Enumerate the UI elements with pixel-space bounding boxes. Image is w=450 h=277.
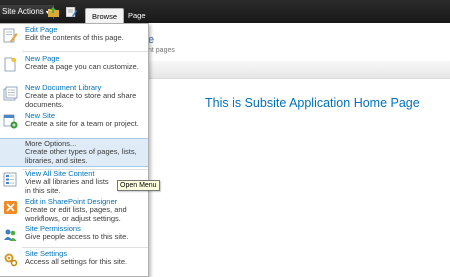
site-description-fragment: nt pages <box>148 47 175 54</box>
menu-item-description: Create or edit lists, pages, and workflo… <box>25 205 127 223</box>
site-actions-menu: Edit Page Edit the contents of this page… <box>0 23 149 277</box>
menu-item-site-permissions[interactable]: Site Permissions Give people access to t… <box>0 224 148 245</box>
menu-item-description: Edit the contents of this page. <box>25 33 124 42</box>
menu-item-description: Give people access to this site. <box>25 232 129 241</box>
site-actions-label: Site Actions <box>2 7 44 16</box>
tab-browse[interactable]: Browse <box>85 8 125 24</box>
menu-item-new-site[interactable]: New Site Create a site for a team or pro… <box>0 111 148 138</box>
new-site-icon <box>3 114 18 129</box>
edit-page-icon <box>3 28 18 43</box>
new-page-icon <box>4 57 17 72</box>
menu-item-description: Access all settings for this site. <box>25 257 128 266</box>
menu-item-edit-in-sharepoint-designer[interactable]: Edit in SharePoint Designer Create or ed… <box>0 197 148 226</box>
site-actions-button[interactable]: Site Actions ▾ <box>0 5 54 19</box>
page-heading: This is Subsite Application Home Page <box>205 96 420 110</box>
sharepoint-designer-icon <box>4 201 17 214</box>
site-settings-icon <box>4 253 18 267</box>
menu-item-edit-page[interactable]: Edit Page Edit the contents of this page… <box>0 25 148 48</box>
open-menu-tooltip: Open Menu <box>117 180 160 191</box>
site-content-icon <box>3 172 17 187</box>
menu-item-description: Create a page you can customize. <box>25 62 139 71</box>
menu-item-new-page[interactable]: New Page Create a page you can customize… <box>0 54 148 81</box>
menu-item-site-settings[interactable]: Site Settings Access all settings for th… <box>0 249 148 270</box>
menu-separator <box>22 51 148 52</box>
ribbon-bar: Site Actions ▾ Browse Page <box>0 0 450 24</box>
document-library-icon <box>3 86 18 101</box>
menu-item-description: Create a place to store and share docume… <box>25 91 137 109</box>
tab-page[interactable]: Page <box>122 8 152 23</box>
site-permissions-icon <box>4 229 17 241</box>
navigate-up-icon[interactable] <box>48 7 59 17</box>
menu-item-more-options[interactable]: More Options... Create other types of pa… <box>0 138 148 167</box>
menu-separator <box>22 247 148 248</box>
menu-item-description: Create other types of pages, lists, libr… <box>25 147 137 165</box>
menu-item-description: View all libraries and lists in this sit… <box>25 177 109 195</box>
edit-icon[interactable] <box>66 7 77 17</box>
menu-item-new-document-library[interactable]: New Document Library Create a place to s… <box>0 83 148 111</box>
menu-item-description: Create a site for a team or project. <box>25 119 139 128</box>
